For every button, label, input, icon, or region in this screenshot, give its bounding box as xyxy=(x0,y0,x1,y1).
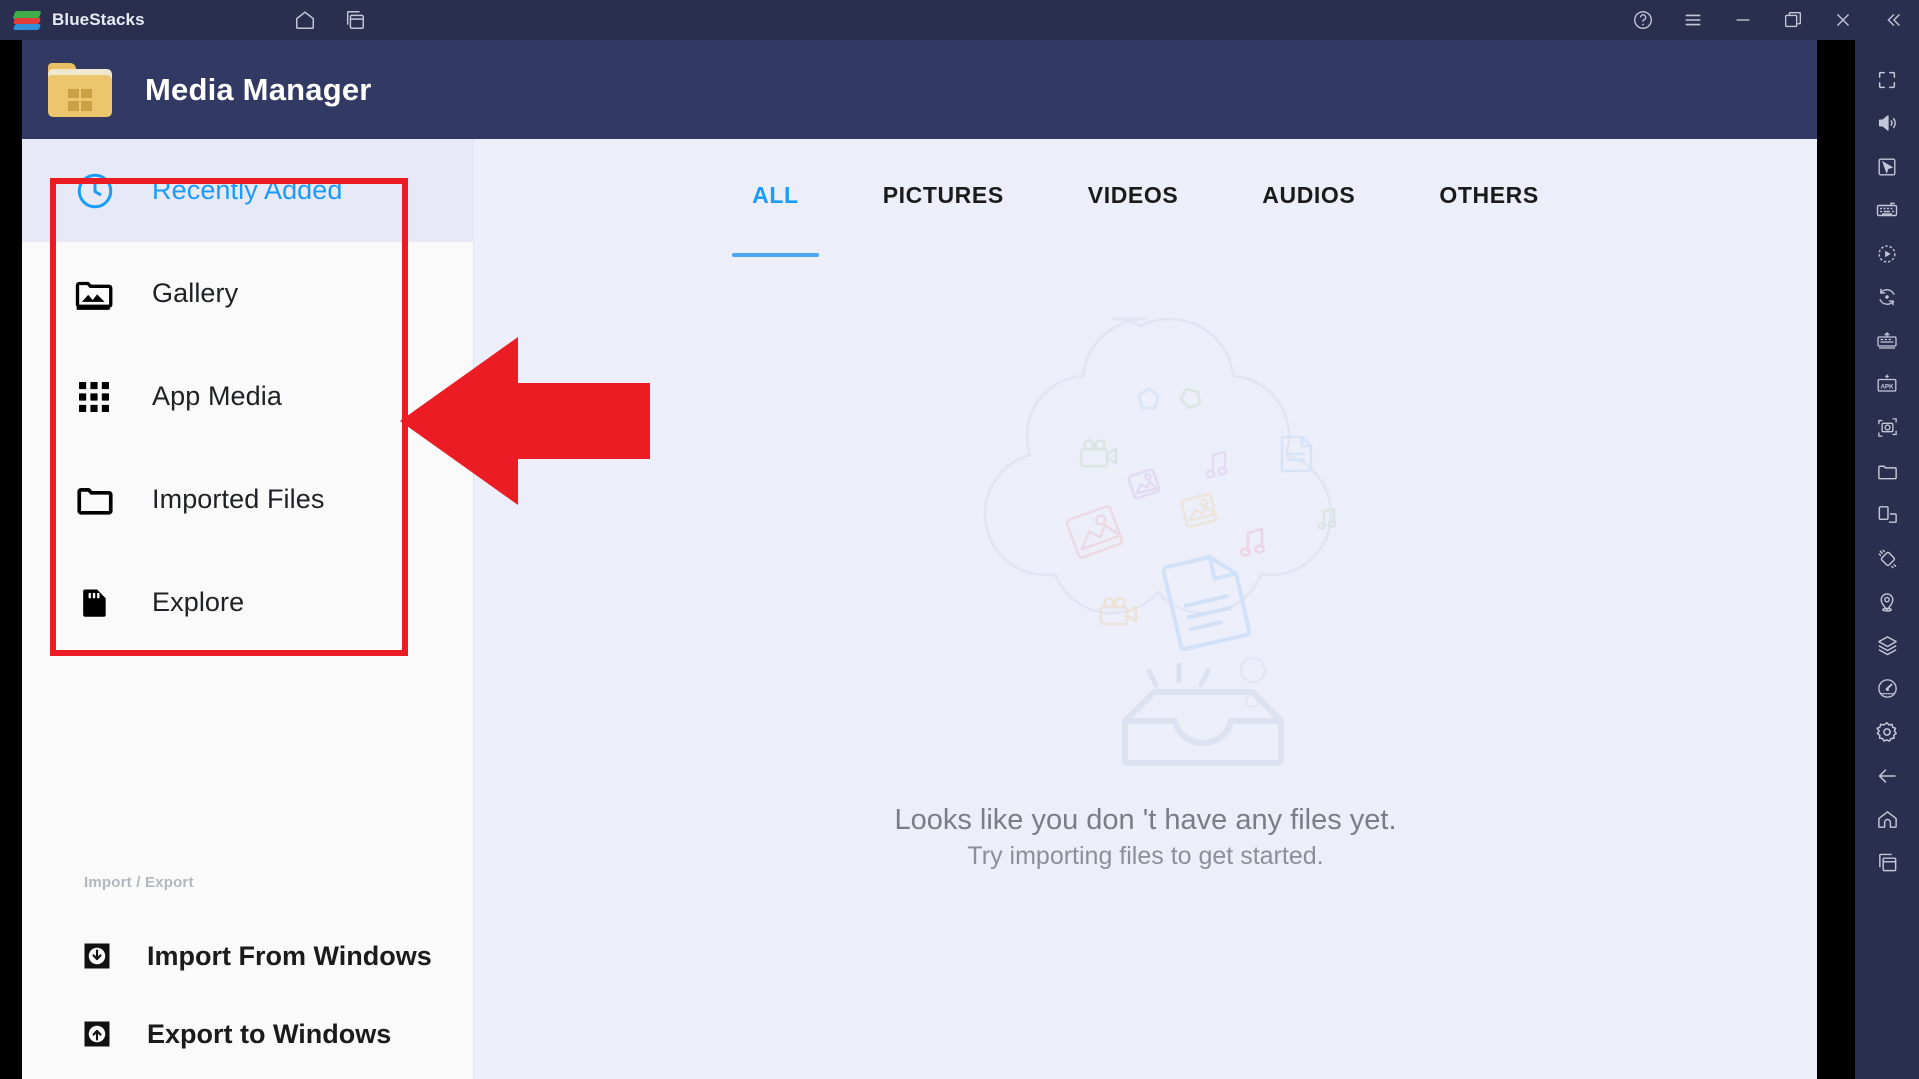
home-icon[interactable] xyxy=(1855,798,1919,842)
empty-state-line-1: Looks like you don 't have any files yet… xyxy=(894,804,1397,836)
export-to-windows-button[interactable]: Export to Windows xyxy=(22,995,474,1073)
app-name: BlueStacks xyxy=(52,10,145,29)
import-export-section: Import / Export Import From Windows Expo… xyxy=(22,874,474,1073)
sidebar-navigation-list: Recently Added Gallery App Media Importe… xyxy=(22,139,473,654)
volume-icon[interactable] xyxy=(1855,102,1919,146)
media-manager-window: Media Manager Recently Added Gallery App… xyxy=(22,40,1817,1079)
media-folder-icon[interactable] xyxy=(1855,450,1919,494)
sidebar: Recently Added Gallery App Media Importe… xyxy=(22,139,474,1079)
minimize-icon[interactable] xyxy=(1731,8,1755,32)
gear-icon[interactable] xyxy=(1855,711,1919,755)
tab-label: OTHERS xyxy=(1439,182,1539,208)
photo-library-icon xyxy=(74,273,116,315)
folder-icon xyxy=(74,479,116,521)
sidebar-item-explore[interactable]: Explore xyxy=(22,551,473,654)
empty-state: Looks like you don 't have any files yet… xyxy=(474,289,1817,874)
keyboard-icon[interactable] xyxy=(1855,189,1919,233)
restore-icon[interactable] xyxy=(1781,8,1805,32)
upload-arrow-icon xyxy=(82,1019,116,1049)
tab-videos[interactable]: VIDEOS xyxy=(1046,182,1221,209)
titlebar-left-icons xyxy=(293,8,367,32)
rotate-icon[interactable] xyxy=(1855,276,1919,320)
multi-instance-icon[interactable] xyxy=(343,8,367,32)
media-manager-header: Media Manager xyxy=(22,40,1817,139)
tab-label: VIDEOS xyxy=(1087,182,1179,208)
sidebar-item-label: Gallery xyxy=(152,278,239,308)
sidebar-item-recently-added[interactable]: Recently Added xyxy=(22,139,473,242)
screenshot-icon[interactable] xyxy=(1855,406,1919,450)
shake-icon[interactable] xyxy=(1855,537,1919,581)
active-tab-underline xyxy=(732,253,819,257)
cloud-with-media-files-over-inbox-tray-illustration xyxy=(983,317,1337,766)
recents-icon[interactable] xyxy=(1855,841,1919,885)
fullscreen-icon[interactable] xyxy=(1855,58,1919,102)
titlebar: BlueStacks xyxy=(0,0,1919,40)
apk-install-icon[interactable]: APK xyxy=(1855,363,1919,407)
home-icon[interactable] xyxy=(293,8,317,32)
help-icon[interactable] xyxy=(1631,8,1655,32)
resize-window-icon[interactable] xyxy=(1855,493,1919,537)
bluestacks-window: BlueStacks Media Manager Recently Added … xyxy=(0,0,1919,1079)
import-export-heading: Import / Export xyxy=(84,874,194,891)
page-title: Media Manager xyxy=(145,71,372,107)
download-arrow-icon xyxy=(82,941,116,971)
sidebar-item-label: App Media xyxy=(152,381,282,411)
grid-apps-icon xyxy=(74,377,116,417)
back-arrow-icon[interactable] xyxy=(1855,754,1919,798)
location-icon[interactable] xyxy=(1855,580,1919,624)
tab-all[interactable]: ALL xyxy=(710,182,841,257)
sidebar-item-app-media[interactable]: App Media xyxy=(22,345,473,448)
collapse-icon[interactable] xyxy=(1881,8,1905,32)
layers-icon[interactable] xyxy=(1855,624,1919,668)
import-export-label: Export to Windows xyxy=(147,1018,392,1049)
macro-record-icon[interactable] xyxy=(1855,232,1919,276)
clock-icon xyxy=(74,170,116,212)
empty-state-text: Looks like you don 't have any files yet… xyxy=(894,801,1396,874)
sidebar-item-label: Explore xyxy=(152,587,245,617)
sidebar-item-label: Imported Files xyxy=(152,484,325,514)
tab-label: ALL xyxy=(752,182,799,208)
windows-folder-icon xyxy=(48,62,112,117)
tab-label: PICTURES xyxy=(882,182,1004,208)
menu-icon[interactable] xyxy=(1681,8,1705,32)
main-content: ALL PICTURES VIDEOS AUDIOS OTHERS Looks … xyxy=(474,139,1817,1079)
svg-text:APK: APK xyxy=(1880,384,1894,391)
performance-gauge-icon[interactable] xyxy=(1855,667,1919,711)
empty-state-line-2: Try importing files to get started. xyxy=(967,842,1324,871)
sidebar-item-imported-files[interactable]: Imported Files xyxy=(22,448,473,551)
right-toolbar: APK xyxy=(1855,40,1919,1079)
titlebar-right-icons xyxy=(1631,0,1905,40)
sidebar-item-label: Recently Added xyxy=(152,175,343,205)
multi-instance-sync-icon[interactable] xyxy=(1855,319,1919,363)
cursor-pointer-icon[interactable] xyxy=(1855,145,1919,189)
tab-audios[interactable]: AUDIOS xyxy=(1220,182,1397,209)
sidebar-item-gallery[interactable]: Gallery xyxy=(22,242,473,345)
close-icon[interactable] xyxy=(1831,8,1855,32)
import-export-label: Import From Windows xyxy=(147,940,432,971)
import-from-windows-button[interactable]: Import From Windows xyxy=(22,917,474,995)
tab-others[interactable]: OTHERS xyxy=(1397,182,1580,209)
tab-label: AUDIOS xyxy=(1262,182,1356,208)
media-type-tabs: ALL PICTURES VIDEOS AUDIOS OTHERS xyxy=(474,182,1817,257)
sd-card-icon xyxy=(74,584,116,622)
bluestacks-logo xyxy=(12,7,42,33)
tab-pictures[interactable]: PICTURES xyxy=(841,182,1046,209)
